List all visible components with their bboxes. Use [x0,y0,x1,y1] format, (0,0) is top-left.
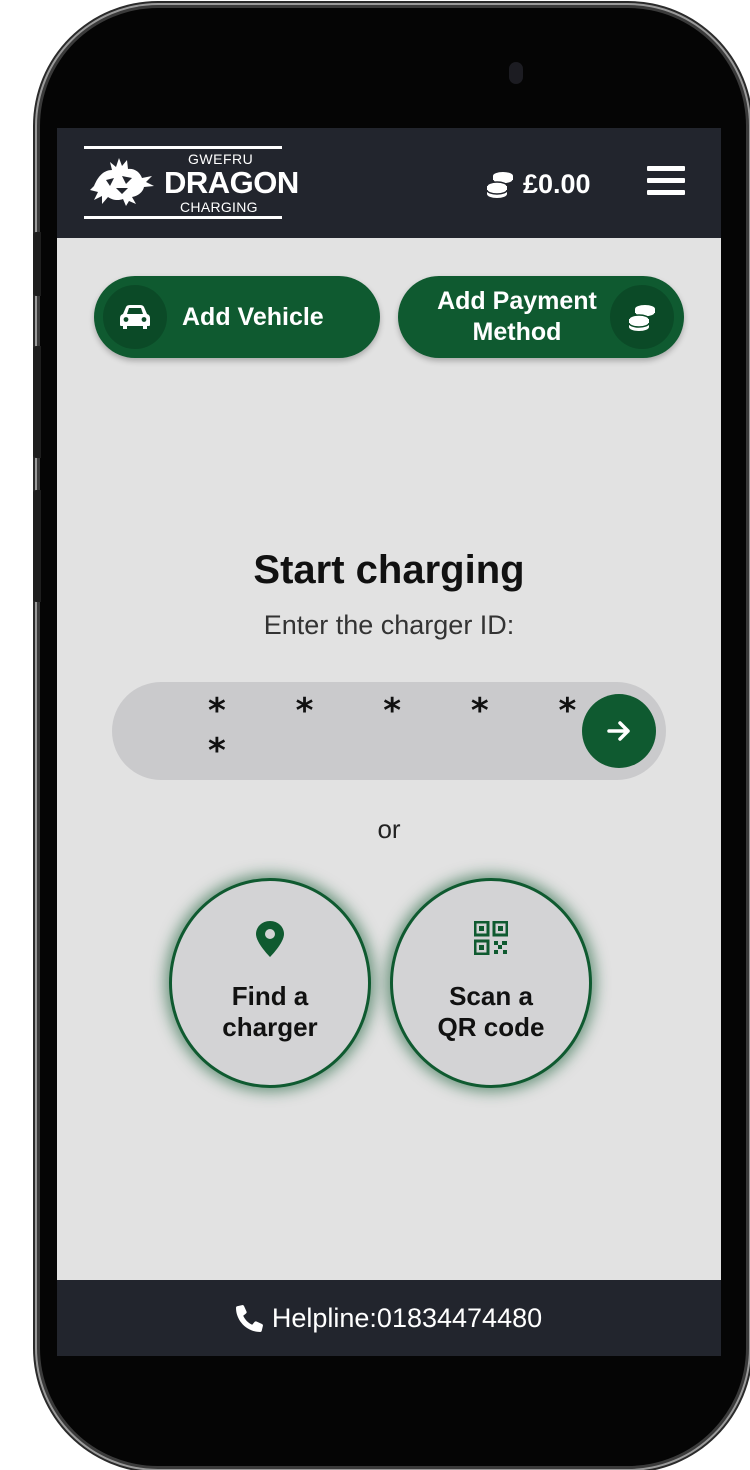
find-charger-line-2: charger [222,1012,318,1042]
coins-icon [486,172,514,198]
helpline-text: Helpline:01834474480 [271,1302,543,1333]
scan-qr-line-1: Scan a [449,981,533,1011]
helpline-footer[interactable]: Helpline:01834474480 [57,1280,721,1356]
add-payment-icon-circle [610,285,674,349]
add-vehicle-icon-circle [103,285,167,349]
brand-logo[interactable]: GWEFRU DRAGON CHARGING [84,146,299,220]
find-charger-icon-wrap [172,921,368,957]
qr-code-icon [474,921,508,955]
start-charging-title: Start charging [253,548,525,592]
or-divider: or [377,814,401,844]
add-payment-label-line-1: Add Payment [437,287,597,315]
logo-rule-top [84,146,282,149]
add-payment-label: Add Payment Method [412,276,622,358]
add-payment-method-button[interactable]: Add Payment Method [398,276,684,358]
scan-qr-label: Scan a QR code [393,981,589,1043]
phone-icon [235,1305,263,1332]
find-charger-label: Find a charger [172,981,368,1043]
charger-id-prompt: Enter the charger ID: [263,610,515,640]
balance-amount: £0.00 [523,168,591,199]
volume-down-button [33,490,41,602]
logo-line-3: CHARGING [180,199,258,215]
add-vehicle-label: Add Vehicle [182,302,324,331]
add-payment-label-line-2: Method [472,318,562,346]
mute-switch [33,232,41,296]
scan-qr-icon-wrap [393,921,589,955]
hamburger-menu-icon[interactable] [647,166,685,200]
front-camera [509,62,523,84]
car-icon [120,305,150,329]
wallet-balance[interactable]: £0.00 [485,166,591,202]
logo-line-2: DRAGON [164,165,299,200]
coins-icon [628,305,656,331]
volume-up-button [33,346,41,458]
submit-charger-id-button[interactable] [582,694,656,768]
welsh-dragon-icon [90,158,154,206]
app-header: GWEFRU DRAGON CHARGING £0.00 [57,128,721,238]
scan-qr-button[interactable]: Scan a QR code [390,878,592,1088]
logo-rule-bottom [84,216,282,219]
arrow-right-icon [607,721,630,741]
map-pin-icon [256,921,284,957]
charger-id-input[interactable]: * * * * * * [112,682,666,780]
find-charger-button[interactable]: Find a charger [169,878,371,1088]
app-screen: GWEFRU DRAGON CHARGING £0.00 Add Vehicle… [57,128,721,1356]
scan-qr-line-2: QR code [437,1012,545,1042]
add-vehicle-button[interactable]: Add Vehicle [94,276,380,358]
find-charger-line-1: Find a [231,981,309,1011]
